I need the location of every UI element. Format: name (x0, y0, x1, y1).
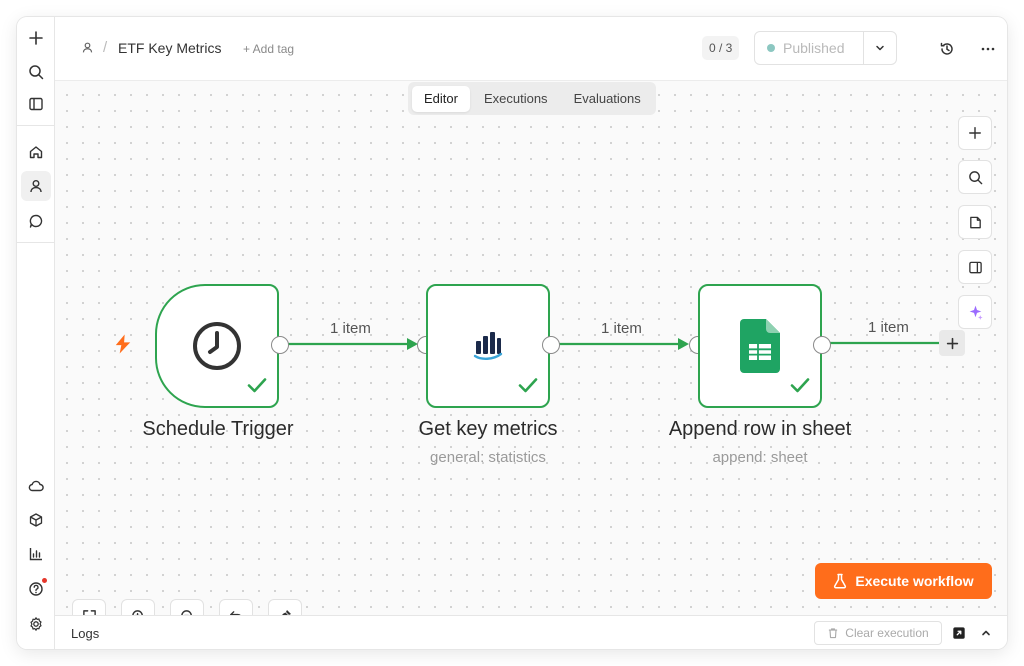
logs-title: Logs (71, 626, 100, 641)
left-sidebar (17, 17, 55, 649)
edge-item-count: 1 item (868, 319, 909, 336)
app-window: / ETF Key Metrics + Add tag 0 / 3 Publis… (17, 17, 1007, 649)
publish-control: Published (754, 31, 897, 65)
stats-bars-icon (473, 332, 503, 360)
success-check-icon (518, 377, 538, 398)
templates-box-icon[interactable] (21, 505, 51, 535)
node-title: Get key metrics (418, 418, 558, 440)
home-icon[interactable] (21, 137, 51, 167)
settings-gear-icon[interactable] (21, 609, 51, 639)
cloud-icon[interactable] (21, 471, 51, 501)
node-schedule-trigger[interactable] (155, 284, 279, 408)
pop-out-icon[interactable] (950, 624, 968, 642)
top-header: / ETF Key Metrics + Add tag 0 / 3 Publis… (55, 17, 1007, 81)
sidebar-divider (17, 242, 55, 243)
chevron-up-icon[interactable] (977, 624, 995, 642)
trash-icon (829, 628, 838, 639)
breadcrumb-separator: / (103, 39, 108, 56)
personal-icon[interactable] (21, 171, 51, 201)
help-icon[interactable] (21, 574, 51, 604)
output-handle[interactable] (542, 336, 560, 354)
success-check-icon (247, 377, 267, 398)
output-handle[interactable] (813, 336, 831, 354)
history-icon[interactable] (935, 37, 959, 61)
logs-panel[interactable]: Logs Clear execution (55, 615, 1007, 649)
output-handle[interactable] (271, 336, 289, 354)
node-append-row-in-sheet[interactable] (698, 284, 822, 408)
active-workflows-counter: 0 / 3 (702, 36, 740, 60)
clear-execution-button[interactable]: Clear execution (814, 621, 942, 645)
more-options-icon[interactable] (976, 37, 1000, 61)
node-title: Append row in sheet (668, 418, 852, 440)
insights-chart-icon[interactable] (21, 539, 51, 569)
notification-dot (42, 578, 47, 583)
clear-execution-label: Clear execution (845, 626, 929, 640)
execute-workflow-label: Execute workflow (855, 573, 974, 589)
owner-user-icon[interactable] (81, 41, 94, 59)
node-get-key-metrics[interactable] (426, 284, 550, 408)
search-icon[interactable] (21, 57, 51, 87)
node-title: Schedule Trigger (142, 418, 294, 440)
publish-button[interactable]: Published (755, 32, 863, 64)
chevron-down-icon[interactable] (863, 32, 896, 64)
add-tag-link[interactable]: + Add tag (243, 42, 294, 56)
create-icon[interactable] (21, 23, 51, 53)
clock-icon (193, 322, 241, 370)
execute-workflow-button[interactable]: Execute workflow (815, 563, 992, 599)
workflow-canvas[interactable]: Editor Executions Evaluations Schedule T… (55, 81, 1007, 633)
flask-icon (834, 573, 847, 589)
google-sheets-icon (740, 319, 780, 373)
published-status-dot (767, 44, 775, 52)
edge-item-count: 1 item (330, 320, 371, 337)
trigger-bolt-icon (115, 334, 131, 354)
add-next-node-plus-icon[interactable] (939, 330, 965, 356)
edge-item-count: 1 item (601, 320, 642, 337)
publish-label: Published (783, 40, 845, 56)
success-check-icon (790, 377, 810, 398)
node-subtitle: append: sheet (712, 449, 808, 466)
chat-icon[interactable] (21, 206, 51, 236)
node-subtitle: general: statistics (430, 449, 546, 466)
sidebar-divider (17, 125, 55, 126)
workflow-title[interactable]: ETF Key Metrics (118, 40, 221, 56)
toggle-sidebar-icon[interactable] (21, 89, 51, 119)
